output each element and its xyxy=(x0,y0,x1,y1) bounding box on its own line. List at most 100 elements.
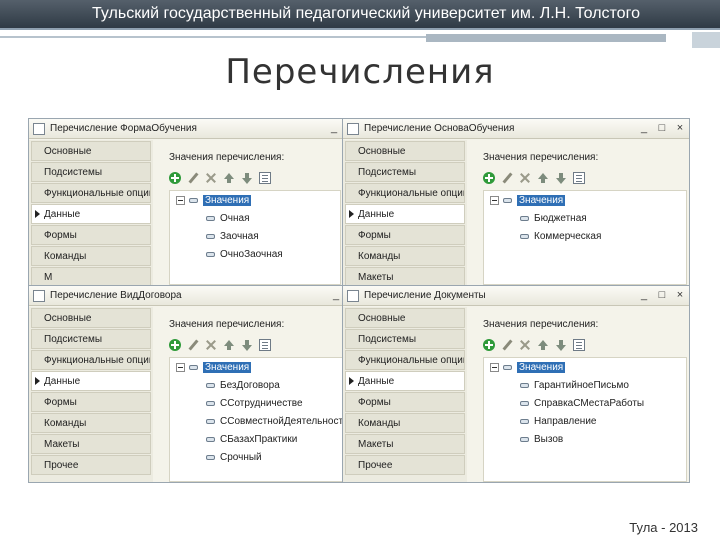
tree-item[interactable]: Направление xyxy=(520,416,596,427)
edit-icon[interactable] xyxy=(187,339,199,351)
nav-item[interactable]: Данные xyxy=(31,204,151,224)
tree-item[interactable]: Вызов xyxy=(520,434,563,445)
enum-window-dokumenty[interactable]: Перечисление Документы _ □ × Основные Подсист… xyxy=(342,285,690,483)
move-down-icon[interactable] xyxy=(555,172,567,184)
nav-item[interactable]: Команды xyxy=(345,246,465,266)
window-content: Значения перечисления: Значения Очная Заочн… xyxy=(155,140,343,285)
value-icon xyxy=(206,216,215,221)
tree-item[interactable]: ГарантийноеПисьмо xyxy=(520,380,629,391)
maximize-button[interactable]: □ xyxy=(657,289,667,301)
nav-item[interactable]: Команды xyxy=(31,246,151,266)
move-up-icon[interactable] xyxy=(537,339,549,351)
add-icon[interactable] xyxy=(169,339,181,351)
delete-icon[interactable] xyxy=(519,172,531,184)
nav-item[interactable]: Макеты xyxy=(345,267,465,285)
list-icon[interactable] xyxy=(259,172,271,184)
move-down-icon[interactable] xyxy=(241,172,253,184)
tree-item[interactable]: Бюджетная xyxy=(520,213,587,224)
move-up-icon[interactable] xyxy=(223,172,235,184)
add-icon[interactable] xyxy=(483,339,495,351)
nav-item[interactable]: Подсистемы xyxy=(345,162,465,182)
delete-icon[interactable] xyxy=(205,339,217,351)
tree-item[interactable]: СправкаСМестаРаботы xyxy=(520,398,644,409)
nav-item[interactable]: Функциональные опции xyxy=(31,350,151,370)
tree-root[interactable]: Значения xyxy=(490,362,566,373)
move-up-icon[interactable] xyxy=(537,172,549,184)
nav-item[interactable]: Команды xyxy=(31,413,151,433)
tree-root[interactable]: Значения xyxy=(490,195,566,206)
add-icon[interactable] xyxy=(483,172,495,184)
move-down-icon[interactable] xyxy=(241,339,253,351)
minimize-button[interactable]: _ xyxy=(331,289,341,301)
nav-item[interactable]: М xyxy=(31,267,151,285)
tree-item[interactable]: Заочная xyxy=(206,231,259,242)
tree-item-label: ГарантийноеПисьмо xyxy=(534,380,629,391)
close-button[interactable]: × xyxy=(675,122,685,134)
nav-item[interactable]: Функциональные опции xyxy=(345,183,465,203)
collapse-icon[interactable] xyxy=(176,363,185,372)
tree-item[interactable]: СБазахПрактики xyxy=(206,434,297,445)
minimize-button[interactable]: _ xyxy=(639,289,649,301)
nav-item[interactable]: Данные xyxy=(345,204,465,224)
window-controls: _ xyxy=(329,122,339,134)
window-nav-panel: Основные Подсистемы Функциональные опции Да… xyxy=(343,140,467,285)
tree-item-label: СБазахПрактики xyxy=(220,434,298,445)
list-icon[interactable] xyxy=(573,339,585,351)
add-icon[interactable] xyxy=(169,172,181,184)
nav-item[interactable]: Данные xyxy=(31,371,151,391)
nav-item[interactable]: Команды xyxy=(345,413,465,433)
edit-icon[interactable] xyxy=(501,339,513,351)
nav-item[interactable]: Функциональные опции xyxy=(345,350,465,370)
delete-icon[interactable] xyxy=(519,339,531,351)
nav-item[interactable]: Формы xyxy=(345,225,465,245)
delete-icon[interactable] xyxy=(205,172,217,184)
nav-item[interactable]: Прочее xyxy=(31,455,151,475)
tree-item[interactable]: ССовместнойДеятельности xyxy=(206,416,345,427)
decor-block xyxy=(426,34,666,42)
list-icon[interactable] xyxy=(573,172,585,184)
enum-window-vid-dogovora[interactable]: Перечисление ВидДоговора _ Основные Подсист… xyxy=(28,285,346,483)
nav-item[interactable]: Основные xyxy=(345,141,465,161)
values-label: Значения перечисления: xyxy=(169,152,285,163)
nav-item[interactable]: Прочее xyxy=(345,455,465,475)
nav-item[interactable]: Макеты xyxy=(31,434,151,454)
close-button[interactable]: × xyxy=(675,289,685,301)
tree-item[interactable]: ОчноЗаочная xyxy=(206,249,283,260)
collapse-icon[interactable] xyxy=(176,196,185,205)
slide-title: Перечисления xyxy=(225,52,495,92)
tree-item[interactable]: БезДоговора xyxy=(206,380,280,391)
edit-icon[interactable] xyxy=(501,172,513,184)
edit-icon[interactable] xyxy=(187,172,199,184)
tree-item[interactable]: Очная xyxy=(206,213,250,224)
tree-item[interactable]: Коммерческая xyxy=(520,231,601,242)
nav-item[interactable]: Формы xyxy=(345,392,465,412)
nav-item[interactable]: Основные xyxy=(345,308,465,328)
tree-item[interactable]: ССотрудничестве xyxy=(206,398,303,409)
values-toolbar xyxy=(483,172,585,184)
nav-item[interactable]: Основные xyxy=(31,141,151,161)
window-title: Перечисление Документы xyxy=(364,290,486,301)
enum-window-forma-obucheniya[interactable]: Перечисление ФормаОбучения _ Основные Подси… xyxy=(28,118,344,286)
nav-item[interactable]: Формы xyxy=(31,225,151,245)
move-down-icon[interactable] xyxy=(555,339,567,351)
nav-item[interactable]: Подсистемы xyxy=(345,329,465,349)
minimize-button[interactable]: _ xyxy=(329,122,339,134)
tree-root[interactable]: Значения xyxy=(176,362,252,373)
enum-window-osnova-obucheniya[interactable]: Перечисление ОсноваОбучения _ □ × Основные По… xyxy=(342,118,690,286)
nav-item[interactable]: Основные xyxy=(31,308,151,328)
collapse-icon[interactable] xyxy=(490,196,499,205)
nav-item[interactable]: Подсистемы xyxy=(31,162,151,182)
nav-item[interactable]: Функциональные опции xyxy=(31,183,151,203)
move-up-icon[interactable] xyxy=(223,339,235,351)
nav-item[interactable]: Макеты xyxy=(345,434,465,454)
nav-item[interactable]: Формы xyxy=(31,392,151,412)
tree-item[interactable]: Срочный xyxy=(206,452,262,463)
tree-root[interactable]: Значения xyxy=(176,195,252,206)
value-icon xyxy=(189,365,198,370)
maximize-button[interactable]: □ xyxy=(657,122,667,134)
nav-item[interactable]: Подсистемы xyxy=(31,329,151,349)
list-icon[interactable] xyxy=(259,339,271,351)
collapse-icon[interactable] xyxy=(490,363,499,372)
minimize-button[interactable]: _ xyxy=(639,122,649,134)
nav-item[interactable]: Данные xyxy=(345,371,465,391)
